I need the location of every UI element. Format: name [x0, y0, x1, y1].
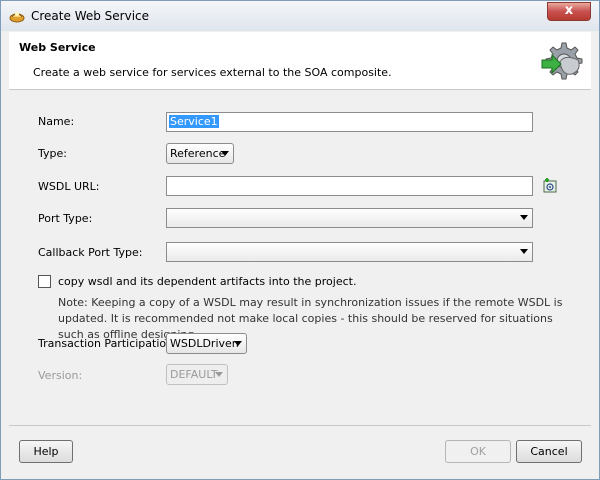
port-type-label: Port Type:	[38, 212, 93, 225]
chevron-down-icon	[234, 341, 242, 346]
transaction-dropdown-value: WSDLDriven	[170, 337, 239, 350]
callback-port-type-dropdown[interactable]	[166, 242, 533, 262]
jdeveloper-icon	[8, 8, 26, 24]
window-title: Create Web Service	[31, 9, 150, 23]
footer-divider	[9, 425, 591, 426]
transaction-label: Transaction Participation:	[38, 337, 177, 350]
close-button[interactable]: x	[547, 2, 591, 21]
ok-button[interactable]: OK	[445, 440, 511, 463]
dialog-window: Create Web Service x Web Service Create …	[0, 0, 600, 480]
name-field-value: Service1	[169, 115, 219, 128]
copy-wsdl-label[interactable]: copy wsdl and its dependent artifacts in…	[58, 275, 356, 288]
version-label: Version:	[38, 369, 83, 382]
page-description: Create a web service for services extern…	[33, 66, 392, 79]
web-service-gear-icon	[540, 40, 584, 82]
type-dropdown[interactable]: Reference	[166, 143, 234, 164]
browse-wsdl-icon[interactable]	[542, 177, 558, 193]
version-dropdown-value: DEFAULT	[170, 368, 218, 381]
chevron-down-icon	[520, 215, 528, 220]
cancel-button[interactable]: Cancel	[516, 440, 582, 463]
name-label: Name:	[38, 115, 75, 128]
header-panel: Web Service Create a web service for ser…	[9, 32, 591, 90]
wsdl-url-label: WSDL URL:	[38, 180, 100, 193]
page-title: Web Service	[19, 41, 96, 54]
wsdl-url-field[interactable]	[166, 176, 533, 196]
chevron-down-icon	[221, 151, 229, 156]
help-button[interactable]: Help	[19, 440, 73, 463]
title-bar[interactable]: Create Web Service x	[1, 1, 599, 31]
chevron-down-icon	[520, 249, 528, 254]
chevron-down-icon	[215, 372, 223, 377]
form-panel: Name: Service1 Type: Reference WSDL URL:…	[9, 91, 591, 425]
type-label: Type:	[38, 147, 67, 160]
version-dropdown: DEFAULT	[166, 364, 228, 385]
type-dropdown-value: Reference	[170, 147, 226, 160]
callback-port-type-label: Callback Port Type:	[38, 246, 143, 259]
close-icon: x	[564, 3, 574, 18]
port-type-dropdown[interactable]	[166, 208, 533, 228]
sync-note: Note: Keeping a copy of a WSDL may resul…	[58, 296, 563, 341]
copy-wsdl-checkbox[interactable]	[38, 275, 51, 288]
name-field[interactable]: Service1	[166, 112, 533, 132]
transaction-dropdown[interactable]: WSDLDriven	[166, 333, 247, 354]
